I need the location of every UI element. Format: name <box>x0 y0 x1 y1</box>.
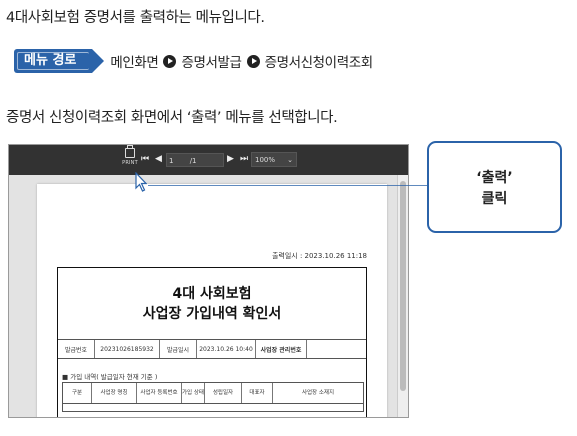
page-number-input[interactable]: 1 /1 <box>166 153 224 167</box>
next-page-icon[interactable]: ▶ <box>227 154 235 164</box>
callout-line1: ‘출력’ <box>476 170 513 186</box>
current-page: 1 <box>169 157 174 165</box>
info-cell: 20231026185932 <box>95 340 160 358</box>
print-button[interactable]: PRINT <box>118 145 142 166</box>
document-viewer-screenshot: PRINT ⏮ ◀ 1 /1 ▶ ⏭ 100% ⌄ 출력일시 : 2023.10… <box>8 144 409 418</box>
column-header: 사업장 명칭 <box>92 383 137 403</box>
info-cell: 2023.10.26 10:40 <box>197 340 256 358</box>
intro-text: 4대사회보험 증명서를 출력하는 메뉴입니다. <box>6 10 265 26</box>
column-header: 사업장 소재지 <box>301 389 335 396</box>
menu-path-badge: 메뉴 경로 <box>14 49 105 73</box>
scroll-thumb[interactable] <box>400 181 406 391</box>
column-header: 가입 상태 <box>182 383 205 403</box>
previous-page-icon[interactable]: ◀ <box>155 154 163 164</box>
vertical-scrollbar[interactable] <box>397 175 408 417</box>
menu-path: 메뉴 경로 메인화면 증명서발급 증명서신청이력조회 <box>14 49 373 73</box>
column-header: 사업자 등록번호 <box>137 383 182 403</box>
section-label: ■ 가입 내역( 발급일자 현재 기준 ) <box>62 373 158 381</box>
mouse-pointer-icon <box>135 172 147 192</box>
menu-path-badge-label: 메뉴 경로 <box>24 53 77 68</box>
callout-box: ‘출력’ 클릭 <box>427 141 562 233</box>
callout-text: ‘출력’ 클릭 <box>429 168 560 210</box>
breadcrumb-certificate-issue: 증명서발급 <box>181 55 242 71</box>
viewer-toolbar: PRINT ⏮ ◀ 1 /1 ▶ ⏭ 100% ⌄ <box>9 145 408 175</box>
chevron-right-circle-icon <box>163 54 177 68</box>
print-date: 출력일시 : 2023.10.26 11:18 <box>271 252 367 260</box>
doc-title-line2: 사업장 가입내역 확인서 <box>142 306 282 322</box>
zoom-value: 100% <box>255 156 276 164</box>
document-page: 출력일시 : 2023.10.26 11:18 4대 사회보험 사업장 가입내역… <box>37 184 387 417</box>
chevron-right-circle-icon <box>246 54 260 68</box>
info-cell: 사업장 관리번호 <box>256 340 307 358</box>
breadcrumb-certificate-history: 증명서신청이력조회 <box>264 55 374 71</box>
printer-icon <box>125 145 135 158</box>
column-header: 구분 <box>63 383 92 403</box>
doc-title-line1: 4대 사회보험 <box>172 286 252 302</box>
column-header: 성립일자 <box>205 383 242 403</box>
info-cell: 발급일시 <box>160 340 197 358</box>
table-row <box>62 402 364 412</box>
print-label: PRINT <box>122 160 138 166</box>
instruction-text: 증명서 신청이력조회 화면에서 ‘출력’ 메뉴를 선택합니다. <box>6 110 338 126</box>
info-cell <box>307 340 366 358</box>
last-page-icon[interactable]: ⏭ <box>240 154 248 164</box>
certificate-document: 4대 사회보험 사업장 가입내역 확인서 발급번호 20231026185932… <box>57 267 367 417</box>
info-cell: 발급번호 <box>58 340 95 358</box>
total-pages: /1 <box>189 157 197 165</box>
breadcrumb-home: 메인화면 <box>110 55 159 71</box>
table-header: 구분 사업장 명칭 사업자 등록번호 가입 상태 성립일자 대표자 사업장 소재… <box>62 382 364 404</box>
column-header: 대표자 <box>242 383 273 403</box>
zoom-select[interactable]: 100% ⌄ <box>251 152 297 167</box>
first-page-icon[interactable]: ⏮ <box>141 154 149 164</box>
chevron-down-icon: ⌄ <box>287 156 293 164</box>
issue-info-row: 발급번호 20231026185932 발급일시 2023.10.26 10:4… <box>58 339 366 359</box>
viewer-canvas: 출력일시 : 2023.10.26 11:18 4대 사회보험 사업장 가입내역… <box>9 175 408 417</box>
callout-line2: 클릭 <box>481 191 508 207</box>
